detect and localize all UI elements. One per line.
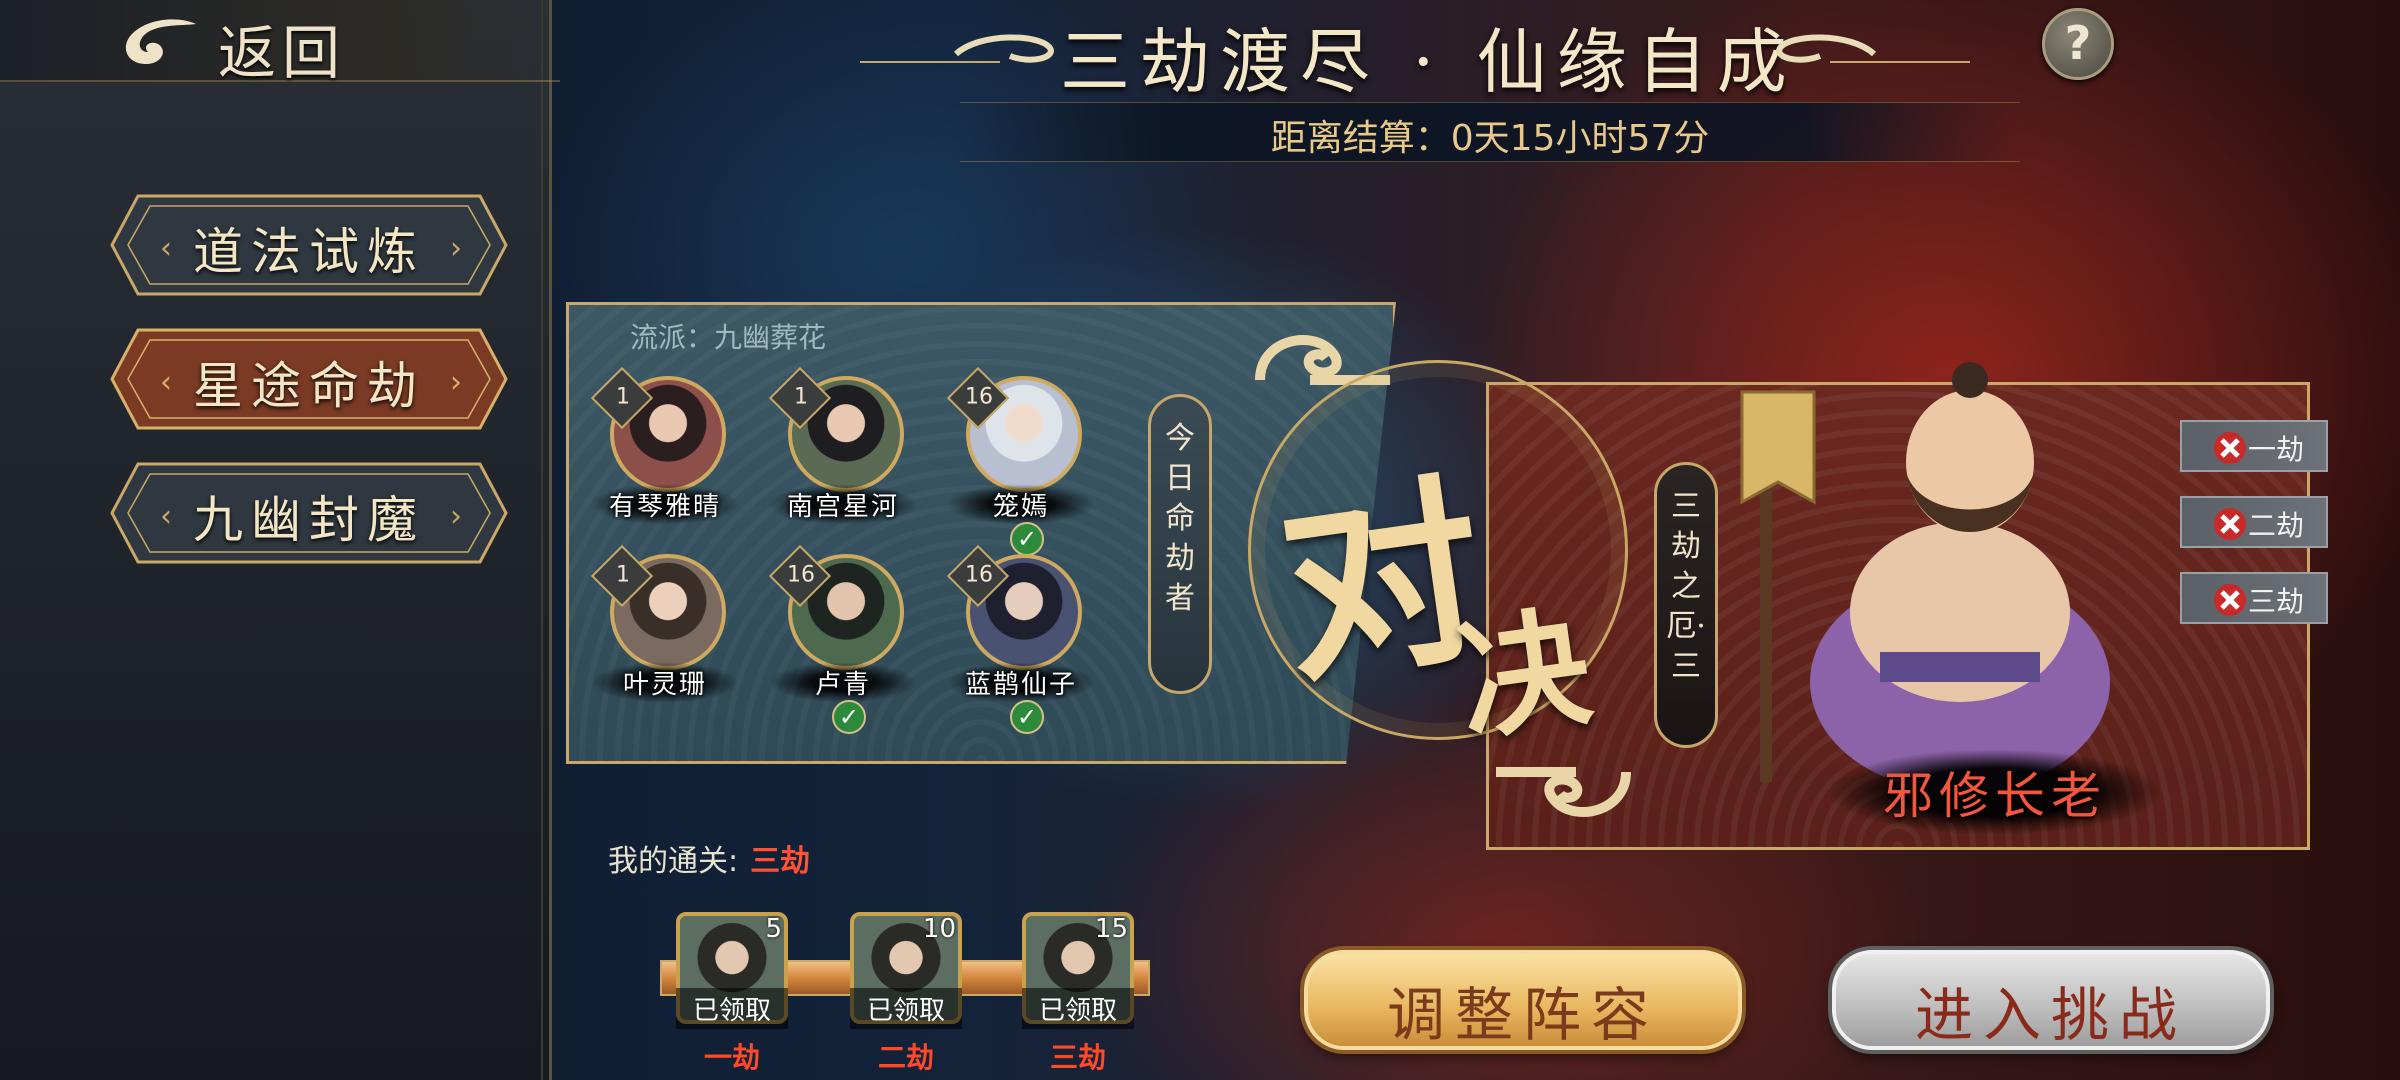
adjust-lineup-button[interactable]: 调整阵容	[1304, 950, 1742, 1050]
hero-name: 蓝鹊仙子	[946, 662, 1096, 703]
sidebar-item-star-path[interactable]: ‹ › 星途命劫	[108, 326, 510, 432]
sidebar-item-label: 道法试炼	[193, 223, 425, 281]
title-ornament-right	[1776, 34, 1970, 63]
reward-count: 10	[922, 914, 956, 944]
reward-status: 已领取	[850, 988, 962, 1029]
sidebar-item-dao-trial[interactable]: ‹ › 道法试炼	[108, 192, 510, 298]
hero-card[interactable]: 16 蓝鹊仙子 ✓	[946, 544, 1096, 734]
check-icon: ✓	[1010, 700, 1044, 734]
check-icon: ✓	[1010, 522, 1044, 556]
hero-card[interactable]: 1 南宫星河	[768, 366, 918, 546]
hero-name: 卢青	[768, 662, 918, 703]
check-icon: ✓	[832, 700, 866, 734]
countdown-text: 距离结算：0天15小时57分	[1270, 118, 1710, 159]
enter-challenge-label: 进入挑战	[1914, 981, 2187, 1049]
reward-tier: 三劫	[1049, 1041, 1106, 1074]
cloud-back-icon	[125, 19, 196, 64]
reward-item[interactable]: 15 已领取 三劫	[1022, 912, 1134, 1074]
tier-tag: 二劫	[2180, 496, 2328, 548]
back-label: 返回	[218, 19, 347, 87]
enemy-portrait	[1740, 362, 2110, 792]
level-value: 16	[787, 562, 816, 588]
hero-card[interactable]: 16 卢青 ✓	[768, 544, 918, 734]
tier-tag: 一劫	[2180, 420, 2328, 472]
hero-name: 南宫星河	[768, 484, 918, 525]
level-value: 1	[616, 562, 631, 588]
sidebar-item-label: 九幽封魔	[193, 491, 425, 549]
my-clear-label: 我的通关:	[608, 844, 739, 879]
reward-item[interactable]: 10 已领取 二劫	[850, 912, 962, 1074]
hero-card[interactable]: 1 有琴雅晴	[590, 366, 740, 546]
level-value: 16	[965, 384, 994, 410]
my-clear: 我的通关: 三劫	[608, 836, 810, 880]
reward-count: 5	[765, 914, 782, 944]
sidebar-item-nether-seal[interactable]: ‹ › 九幽封魔	[108, 460, 510, 566]
reward-count: 15	[1094, 914, 1128, 944]
enter-challenge-button[interactable]: 进入挑战	[1832, 950, 2270, 1050]
adjust-lineup-label: 调整阵容	[1386, 981, 1659, 1049]
stage-label: 三劫之厄·三	[1654, 462, 1718, 748]
reward-status: 已领取	[1022, 988, 1134, 1029]
help-button[interactable]: ?	[2042, 8, 2114, 80]
reward-tier: 一劫	[703, 1041, 760, 1074]
sidebar-item-label: 星途命劫	[193, 357, 425, 415]
hero-card[interactable]: 1 叶灵珊	[590, 544, 740, 724]
level-value: 1	[616, 384, 631, 410]
cloud-ornament-icon	[1496, 767, 1631, 817]
game-screen: 返回 ‹ › 道法试炼 ‹ › 星途命劫 ‹ › 九幽封魔 三劫渡尽 · 仙缘自成	[0, 0, 2400, 1080]
enemy-name: 邪修长老	[1830, 750, 2160, 834]
reward-status: 已领取	[676, 988, 788, 1029]
tier-label: 二劫	[2248, 509, 2305, 542]
back-button[interactable]: 返回	[0, 0, 560, 87]
tier-label: 一劫	[2248, 433, 2305, 466]
hero-name: 叶灵珊	[590, 662, 740, 703]
tier-label: 三劫	[2248, 585, 2305, 618]
level-value: 16	[965, 562, 994, 588]
duel-text: 决	[1449, 589, 1600, 760]
faction-label: 流派：九幽葬花	[630, 321, 827, 354]
hero-card[interactable]: 16 笼嫣 ✓	[946, 366, 1096, 556]
fail-x-icon	[2214, 584, 2246, 616]
my-clear-value: 三劫	[750, 844, 811, 879]
tier-tag: 三劫	[2180, 572, 2328, 624]
fail-x-icon	[2214, 508, 2246, 540]
level-value: 1	[794, 384, 809, 410]
page-title: 三劫渡尽 · 仙缘自成	[1060, 21, 1797, 103]
destiny-label: 今日命劫者	[1148, 394, 1212, 694]
title-ornament-left	[860, 34, 1054, 63]
reward-tier: 二劫	[877, 1041, 934, 1074]
reward-item[interactable]: 5 已领取 一劫	[676, 912, 788, 1074]
fail-x-icon	[2214, 432, 2246, 464]
hero-name: 笼嫣	[946, 484, 1096, 525]
countdown-bar: 距离结算：0天15小时57分	[960, 102, 2020, 162]
hero-name: 有琴雅晴	[590, 484, 740, 525]
